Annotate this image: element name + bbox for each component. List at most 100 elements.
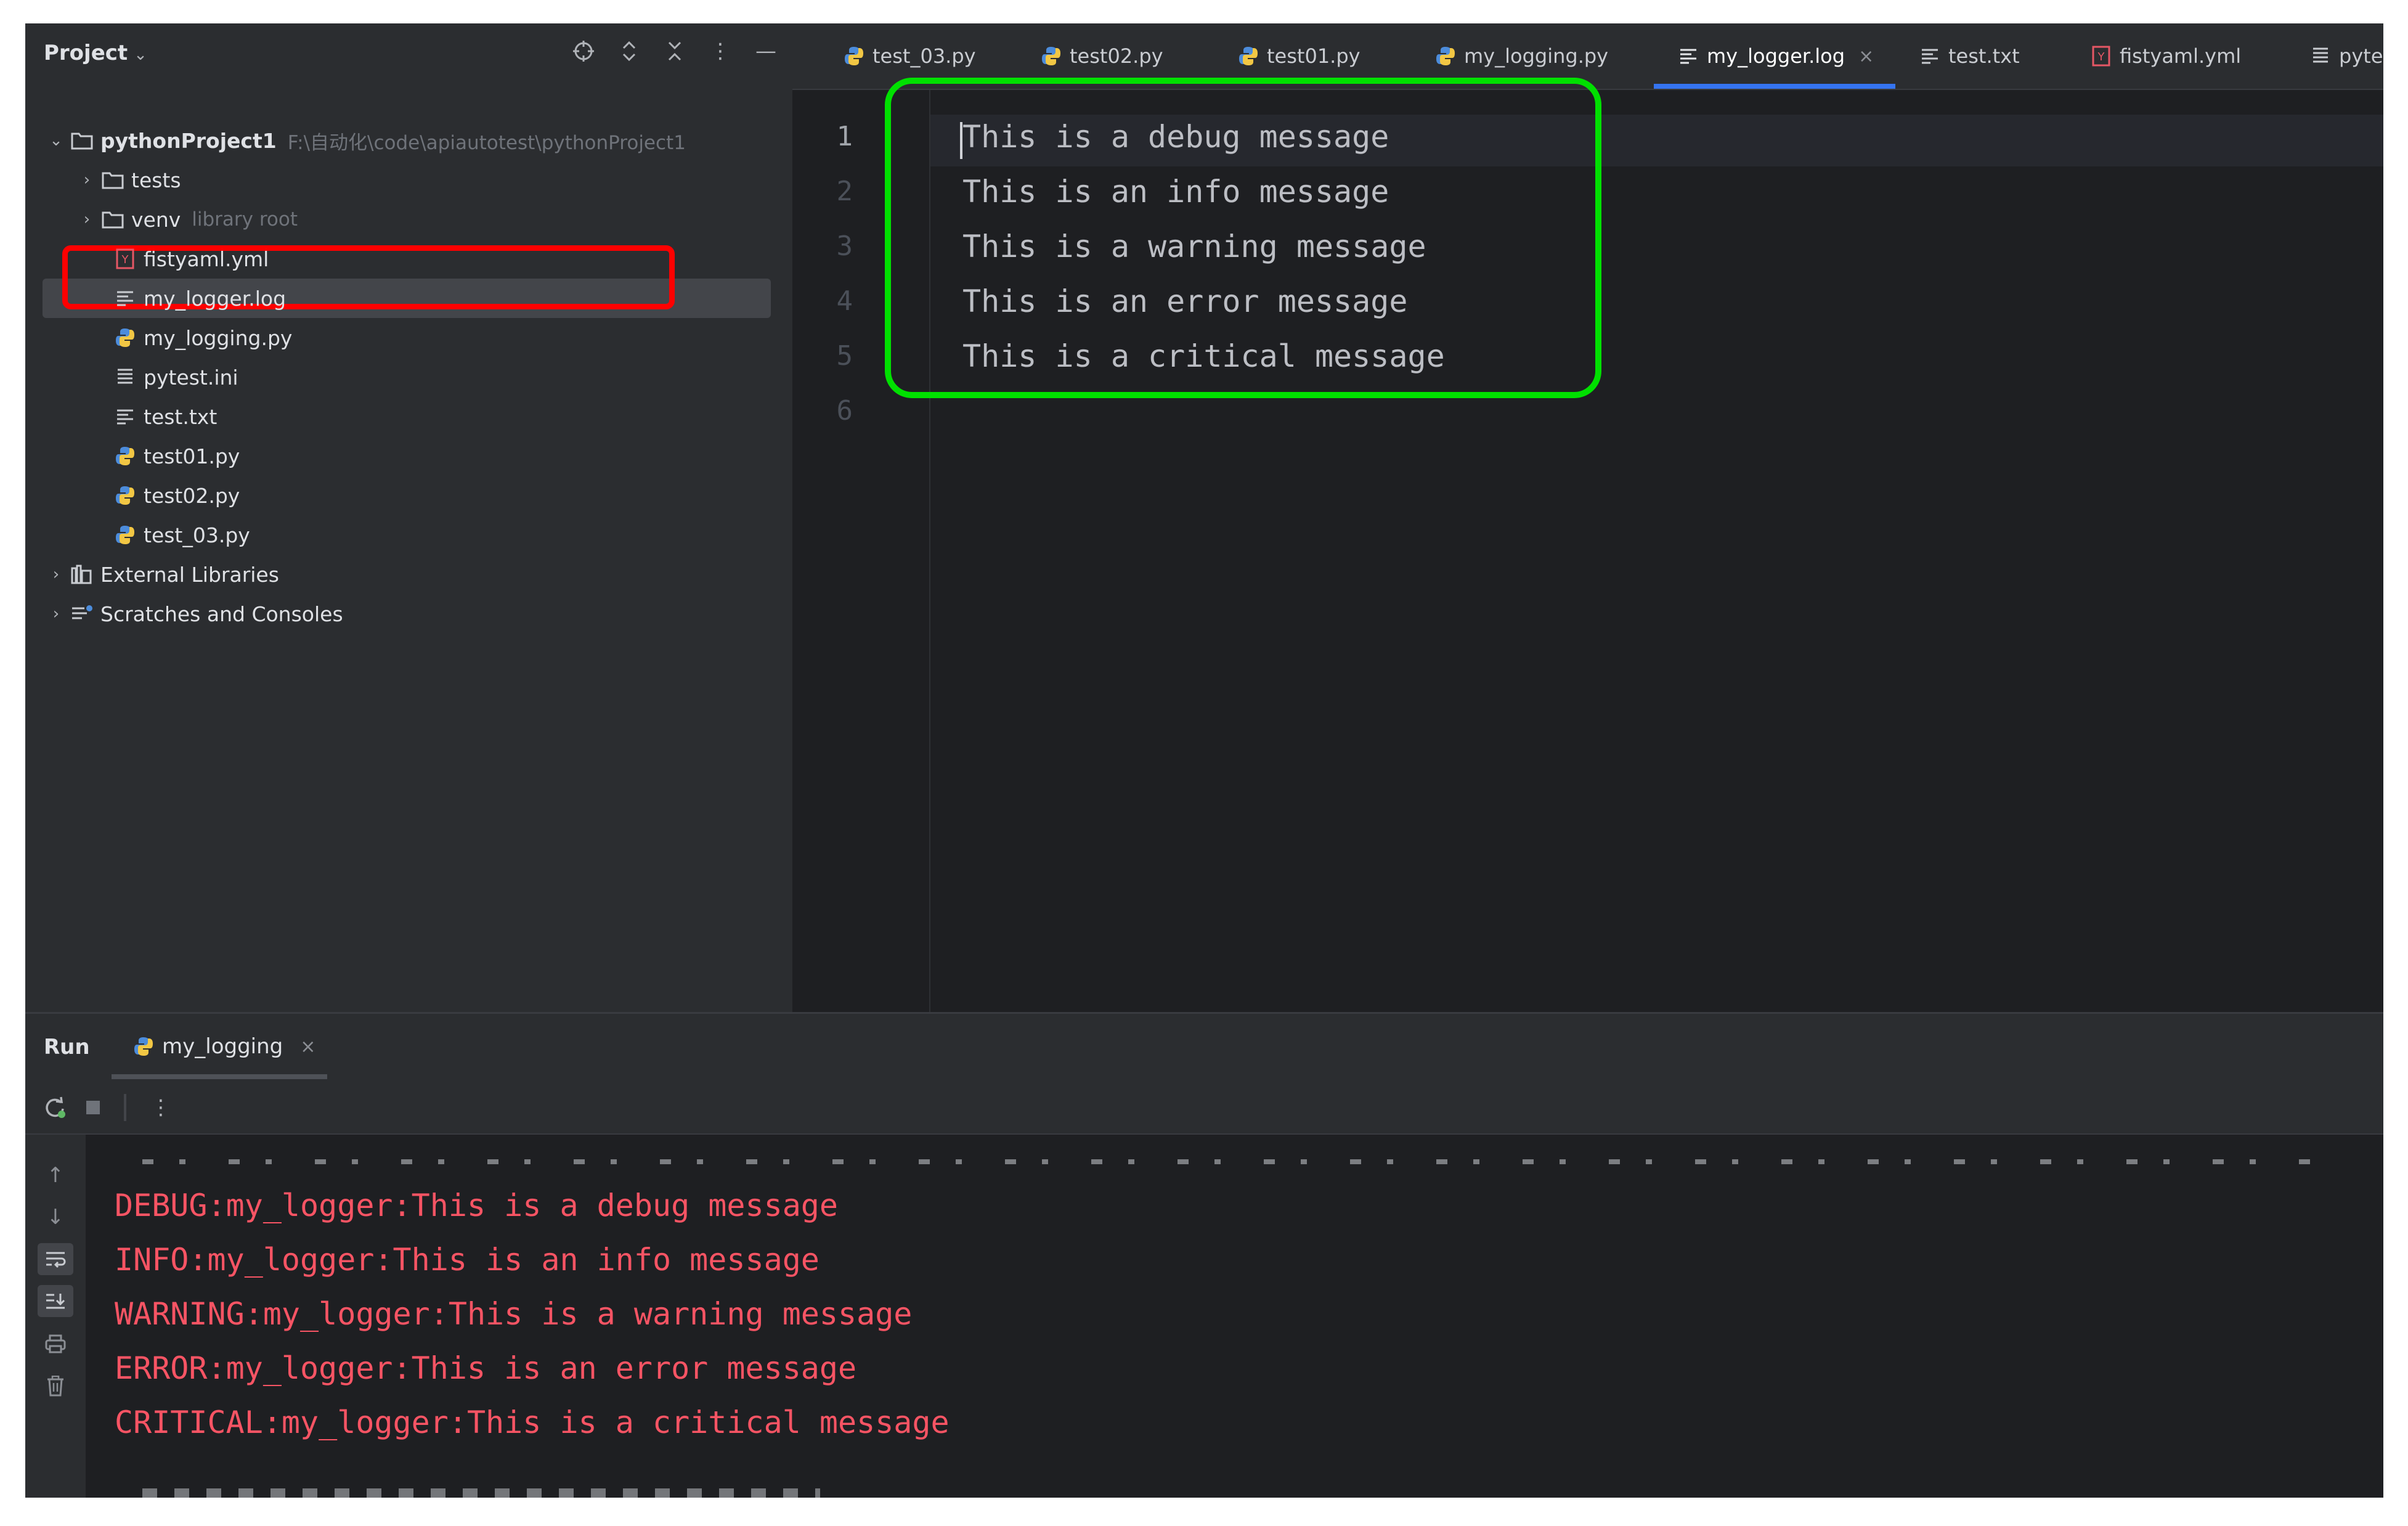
more-options-icon[interactable]: ⋮	[706, 37, 734, 65]
line-number: 5	[836, 340, 853, 372]
clipped-output-line	[142, 1488, 820, 1498]
tree-item-label: test_03.py	[144, 523, 250, 547]
text-file-icon	[112, 285, 139, 312]
editor-area: test_03.py test02.py test01.py my_loggin…	[792, 23, 2383, 1012]
python-file-icon	[1236, 44, 1261, 68]
python-file-icon	[112, 521, 139, 549]
tab-label: test01.py	[1267, 44, 1361, 68]
chevron-down-icon[interactable]: ⌄	[44, 131, 68, 150]
tree-item-label: test02.py	[144, 483, 240, 508]
green-highlight-box	[885, 78, 1601, 398]
folder-icon	[99, 206, 126, 233]
yaml-file-icon: Y	[2089, 44, 2113, 68]
tree-item-label: my_logging.py	[144, 325, 293, 350]
svg-text:Y: Y	[2097, 51, 2105, 63]
line-number: 6	[836, 395, 853, 426]
tab-test-txt[interactable]: test.txt	[1918, 23, 2020, 89]
ini-file-icon	[2308, 44, 2333, 68]
python-file-icon	[1433, 44, 1458, 68]
console-output-line: WARNING:my_logger:This is a warning mess…	[115, 1296, 913, 1332]
arrow-up-icon[interactable]: ↑	[38, 1159, 73, 1191]
collapse-all-icon[interactable]	[661, 37, 689, 65]
stop-icon[interactable]	[78, 1093, 108, 1122]
ini-file-icon	[112, 364, 139, 391]
tree-item-tests[interactable]: › tests	[25, 160, 792, 200]
python-file-icon	[112, 443, 139, 470]
tree-item-pytest-ini[interactable]: pytest.ini	[25, 357, 792, 397]
python-file-icon	[842, 44, 866, 68]
ide-window: Project ⌄ ⋮ — ⌄ pythonProject1 F:\自动化\co…	[25, 23, 2383, 1498]
tree-item-path: F:\自动化\code\apiautotest\pythonProject1	[287, 131, 686, 154]
expand-all-icon[interactable]	[615, 37, 643, 65]
line-number: 4	[836, 285, 853, 317]
close-icon[interactable]: ×	[300, 1036, 315, 1058]
tab-my-logger-log[interactable]: my_logger.log ×	[1654, 23, 1895, 89]
tab-label: pytest.i	[2339, 44, 2383, 68]
tab-label: test_03.py	[872, 44, 976, 68]
toolbar-separator	[124, 1094, 126, 1121]
hide-panel-icon[interactable]: —	[752, 37, 780, 65]
scratches-icon	[68, 600, 96, 627]
tree-item-label: Scratches and Consoles	[100, 602, 343, 626]
console-output-line: DEBUG:my_logger:This is a debug message	[115, 1188, 838, 1223]
tree-item-test-txt[interactable]: test.txt	[25, 397, 792, 436]
project-panel: Project ⌄ ⋮ — ⌄ pythonProject1 F:\自动化\co…	[25, 23, 792, 1012]
arrow-down-icon[interactable]: ↓	[38, 1201, 73, 1233]
tab-label: test.txt	[1948, 44, 2020, 68]
tab-label: my_logging.py	[1464, 44, 1609, 68]
tab-pytest-ini[interactable]: pytest.i	[2308, 23, 2383, 89]
trash-icon[interactable]	[38, 1370, 73, 1402]
python-file-icon	[112, 324, 139, 351]
tree-item-test01-py[interactable]: test01.py	[25, 436, 792, 476]
close-icon[interactable]: ×	[1858, 46, 1874, 67]
tree-item-pythonproject1[interactable]: ⌄ pythonProject1 F:\自动化\code\apiautotest…	[25, 121, 792, 160]
tree-item-my-logging-py[interactable]: my_logging.py	[25, 318, 792, 357]
run-tab-label: my_logging	[162, 1034, 283, 1059]
rerun-icon[interactable]	[40, 1093, 70, 1122]
tree-item-hint: library root	[192, 208, 298, 231]
tree-item-label: test01.py	[144, 444, 240, 468]
console-output-line: ERROR:my_logger:This is an error message	[115, 1350, 857, 1386]
more-options-icon[interactable]: ⋮	[146, 1093, 176, 1122]
yaml-file-icon: Y	[112, 245, 139, 272]
project-view-selector[interactable]: Project ⌄	[44, 41, 147, 65]
python-file-icon	[1039, 44, 1064, 68]
tree-item-test-03-py[interactable]: test_03.py	[25, 515, 792, 555]
chevron-right-icon[interactable]: ›	[75, 171, 99, 189]
tab-label: fistyaml.yml	[2120, 44, 2242, 68]
tab-fistyaml-yml[interactable]: Y fistyaml.yml	[2089, 23, 2241, 89]
chevron-down-icon: ⌄	[134, 46, 147, 64]
run-panel-title: Run	[44, 1035, 90, 1059]
chevron-right-icon[interactable]: ›	[44, 605, 68, 623]
run-toolbar: ⋮	[25, 1079, 2383, 1135]
text-file-icon	[1676, 44, 1701, 68]
line-number: 1	[836, 121, 853, 152]
run-tab-my-logging[interactable]: my_logging ×	[112, 1014, 327, 1079]
library-icon	[68, 561, 96, 588]
locate-icon[interactable]	[569, 37, 598, 65]
tree-item-test02-py[interactable]: test02.py	[25, 476, 792, 515]
soft-wrap-icon[interactable]	[38, 1243, 73, 1275]
run-panel: Run my_logging × ⋮ ↑ ↓ DEBUG:my_logger:T…	[25, 1012, 2383, 1498]
tab-label: my_logger.log	[1707, 44, 1845, 68]
folder-icon	[68, 127, 96, 154]
print-icon[interactable]	[38, 1328, 73, 1360]
tree-item-label: venv	[131, 207, 181, 232]
console-output-line: INFO:my_logger:This is an info message	[115, 1242, 820, 1278]
python-file-icon	[112, 482, 139, 509]
tree-item-scratches-and-consoles[interactable]: › Scratches and Consoles	[25, 594, 792, 634]
console-output-line: CRITICAL:my_logger:This is a critical me…	[115, 1405, 950, 1440]
text-file-icon	[1918, 44, 1942, 68]
project-panel-header: Project ⌄ ⋮ —	[25, 23, 792, 85]
tab-label: test02.py	[1070, 44, 1163, 68]
scroll-to-end-icon[interactable]	[38, 1285, 73, 1317]
tree-item-external-libraries[interactable]: › External Libraries	[25, 555, 792, 594]
line-number: 3	[836, 231, 853, 262]
python-file-icon	[130, 1033, 157, 1060]
chevron-right-icon[interactable]: ›	[75, 210, 99, 229]
chevron-right-icon[interactable]: ›	[44, 565, 68, 584]
run-panel-header: Run my_logging ×	[25, 1014, 2383, 1079]
tree-item-label: test.txt	[144, 404, 218, 429]
tree-item-label: pytest.ini	[144, 365, 238, 390]
tree-item-venv[interactable]: › venv library root	[25, 200, 792, 239]
